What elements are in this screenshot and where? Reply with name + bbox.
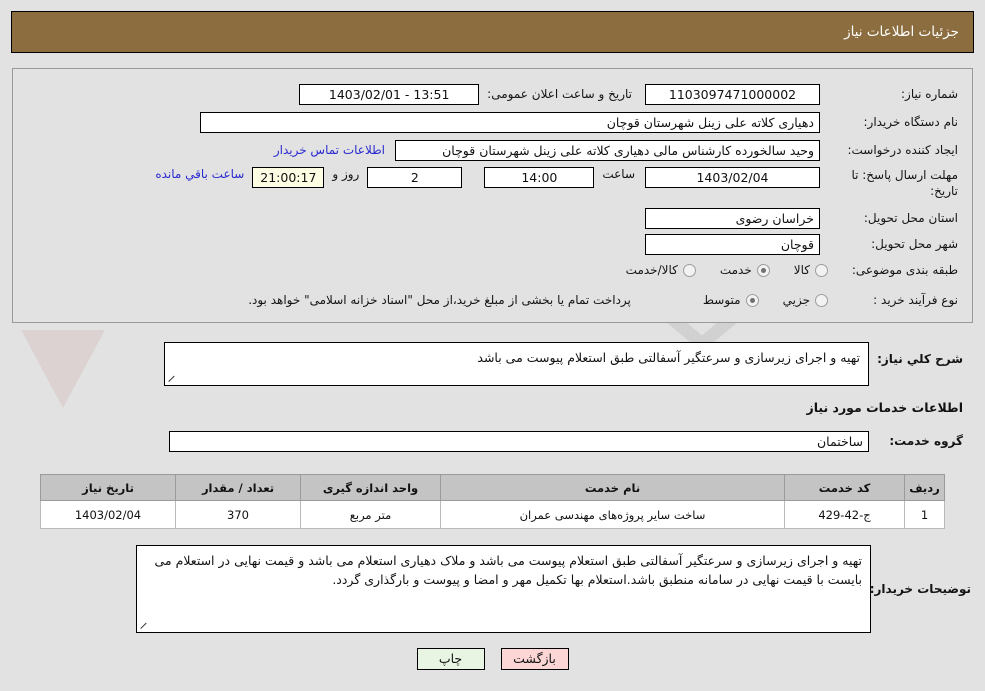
category-option-1[interactable]: خدمت: [720, 263, 770, 277]
buyer-notes-value: تهیه و اجرای زیرسازی و سرعتگیر آسفالتی ط…: [154, 553, 863, 588]
process-option-0[interactable]: جزیي: [783, 293, 828, 307]
action-button-bar: بازگشت چاپ: [0, 648, 985, 670]
buyer-org-label: نام دستگاه خریدار:: [863, 115, 959, 129]
province-label: استان محل تحویل:: [863, 211, 958, 225]
table-header-row: ردیف کد خدمت نام خدمت واحد اندازه گیری ت…: [40, 474, 945, 501]
resize-grip-icon-notes[interactable]: [140, 621, 149, 630]
category-option-label-1: خدمت: [719, 263, 752, 277]
time-remaining-value: 21:00:17: [252, 167, 325, 188]
page-title: جزئیات اطلاعات نیاز: [844, 24, 959, 40]
requester-value: وحید سالخورده کارشناس مالی دهیاری کلاته …: [395, 139, 820, 161]
need-info-panel: شماره نیاز: 1103097471000002 تاریخ و ساع…: [12, 68, 973, 323]
category-label: طبقه بندی موضوعی:: [851, 263, 958, 277]
process-option-1[interactable]: متوسط: [703, 293, 759, 307]
row-announce-datetime: تاریخ و ساعت اعلان عمومی: 13:51 - 1403/0…: [299, 83, 632, 105]
services-section-title: اطلاعات خدمات مورد نیاز: [806, 400, 964, 415]
cell-unit: متر مربع: [300, 500, 441, 529]
city-value: قوچان: [645, 233, 820, 255]
category-option-label-0: کالا: [793, 263, 810, 277]
announce-label: تاریخ و ساعت اعلان عمومی:: [487, 87, 632, 101]
deadline-label: مهلت ارسال پاسخ: تا تاریخ:: [851, 168, 958, 199]
cell-name: ساخت سایر پروژه‌های مهندسی عمران: [440, 500, 785, 529]
back-button[interactable]: بازگشت: [500, 648, 569, 670]
process-option-label-0: جزیي: [782, 293, 810, 307]
category-radio-0[interactable]: [815, 263, 828, 277]
row-need-summary: شرح کلي نياز:: [875, 342, 963, 366]
row-buyer-org: نام دستگاه خریدار: دهیاری کلاته علی زینل…: [200, 111, 958, 133]
row-requester: ایجاد کننده درخواست: وحید سالخورده کارشن…: [274, 139, 958, 161]
col-name: نام خدمت: [440, 474, 785, 501]
days-remaining-value: 2: [367, 167, 463, 188]
province-value: خراسان رضوی: [645, 207, 820, 229]
need-summary-label: شرح کلي نياز:: [877, 352, 963, 366]
cell-code: ج-42-429: [784, 500, 905, 529]
buyer-contact-link[interactable]: اطلاعات تماس خریدار: [274, 143, 385, 157]
row-service-group: گروه خدمت:: [875, 434, 963, 448]
need-summary-textarea[interactable]: تهیه و اجرای زیرسازی و سرعتگیر آسفالتی ط…: [164, 342, 869, 386]
buyer-org-value: دهیاری کلاته علی زینل شهرستان قوچان: [200, 111, 820, 133]
process-radio-0[interactable]: [815, 293, 828, 307]
announce-value: 13:51 - 1403/02/01: [299, 83, 480, 105]
need-summary-value: تهیه و اجرای زیرسازی و سرعتگیر آسفالتی ط…: [477, 350, 860, 365]
col-unit: واحد اندازه گیری: [300, 474, 441, 501]
print-button[interactable]: چاپ: [416, 648, 485, 670]
buyer-notes-textarea[interactable]: تهیه و اجرای زیرسازی و سرعتگیر آسفالتی ط…: [136, 545, 871, 633]
cell-row: 1: [904, 500, 945, 529]
cell-qty: 370: [175, 500, 301, 529]
table-row: 1 ج-42-429 ساخت سایر پروژه‌های مهندسی عم…: [40, 500, 945, 529]
process-label: نوع فرآیند خرید :: [873, 293, 958, 307]
treasury-note: پرداخت تمام یا بخشی از مبلغ خرید،از محل …: [248, 293, 631, 307]
category-radio-1[interactable]: [756, 263, 770, 277]
category-radio-2[interactable]: [682, 263, 696, 277]
buyer-notes-label: توضیحات خریدار:: [869, 582, 971, 596]
category-option-0[interactable]: کالا: [794, 263, 828, 277]
need-number-value: 1103097471000002: [645, 83, 820, 105]
service-group-label: گروه خدمت:: [889, 434, 963, 448]
row-process-type: نوع فرآیند خرید : جزیي متوسط پرداخت تمام…: [248, 289, 958, 311]
row-deadline: مهلت ارسال پاسخ: تا تاریخ: 1403/02/04 سا…: [155, 167, 958, 205]
process-option-label-1: متوسط: [702, 293, 741, 307]
deadline-date-value: 1403/02/04: [645, 167, 820, 188]
requester-label: ایجاد کننده درخواست:: [847, 143, 958, 157]
col-qty: تعداد / مقدار: [175, 474, 301, 501]
row-category: طبقه بندی موضوعی: کالا خدمت کالا/خدمت: [602, 259, 958, 281]
need-number-label: شماره نیاز:: [901, 87, 958, 101]
col-row: ردیف: [904, 474, 945, 501]
page-header: جزئیات اطلاعات نیاز: [11, 11, 974, 53]
days-label: روز و: [332, 167, 360, 181]
services-table: ردیف کد خدمت نام خدمت واحد اندازه گیری ت…: [40, 474, 945, 529]
time-remaining-label: ساعت باقي مانده: [155, 167, 245, 181]
service-group-value[interactable]: ساختمان: [169, 431, 869, 452]
row-province: استان محل تحویل: خراسان رضوی: [645, 207, 958, 229]
col-code: کد خدمت: [784, 474, 905, 501]
row-buyer-notes: توضیحات خریدار:: [870, 582, 971, 596]
row-need-number: شماره نیاز: 1103097471000002: [645, 83, 958, 105]
row-city: شهر محل تحویل: قوچان: [645, 233, 958, 255]
hour-label: ساعت: [602, 167, 635, 181]
cell-date: 1403/02/04: [40, 500, 176, 529]
category-option-2[interactable]: کالا/خدمت: [626, 263, 696, 277]
resize-grip-icon[interactable]: [168, 374, 177, 383]
category-option-label-2: کالا/خدمت: [625, 263, 678, 277]
deadline-time-value: 14:00: [484, 167, 595, 188]
process-radio-1[interactable]: [745, 293, 759, 307]
col-date: تاریخ نیاز: [40, 474, 176, 501]
city-label: شهر محل تحویل:: [871, 237, 958, 251]
